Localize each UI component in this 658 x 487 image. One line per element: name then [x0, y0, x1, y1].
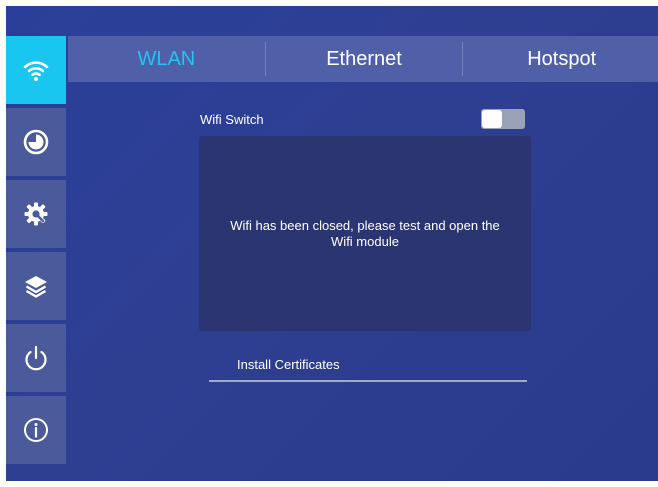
wifi-switch-toggle[interactable]	[481, 109, 525, 129]
sidebar-item-time[interactable]	[6, 108, 66, 176]
tab-ethernet[interactable]: Ethernet	[266, 36, 463, 82]
wifi-closed-message: Wifi has been closed, please test and op…	[230, 217, 500, 249]
wifi-icon	[23, 61, 49, 81]
tab-ethernet-label: Ethernet	[326, 47, 402, 70]
info-icon	[24, 418, 48, 442]
wifi-network-panel: Wifi has been closed, please test and op…	[199, 136, 531, 331]
wifi-switch-label: Wifi Switch	[200, 112, 264, 127]
install-certificates-button[interactable]: Install Certificates	[237, 357, 340, 372]
sidebar-item-power[interactable]	[6, 324, 66, 392]
sidebar-item-settings[interactable]	[6, 180, 66, 248]
tab-bar: WLAN Ethernet Hotspot	[68, 36, 658, 82]
tab-hotspot-label: Hotspot	[527, 47, 597, 70]
settings-screen: WLAN Ethernet Hotspot Wifi Switch Wifi h…	[6, 6, 658, 481]
sidebar-item-wifi[interactable]	[6, 36, 66, 104]
gear-wrench-icon	[24, 202, 48, 226]
tab-wlan[interactable]: WLAN	[68, 36, 265, 82]
install-certificates-underline	[209, 380, 527, 382]
tab-hotspot[interactable]: Hotspot	[463, 36, 658, 82]
tab-wlan-label: WLAN	[137, 47, 196, 70]
clock-pie-icon	[23, 129, 49, 155]
sidebar-item-info[interactable]	[6, 396, 66, 464]
layers-icon	[25, 276, 47, 298]
sidebar-item-layers[interactable]	[6, 252, 66, 320]
toggle-knob	[482, 110, 502, 128]
power-icon	[25, 345, 47, 371]
